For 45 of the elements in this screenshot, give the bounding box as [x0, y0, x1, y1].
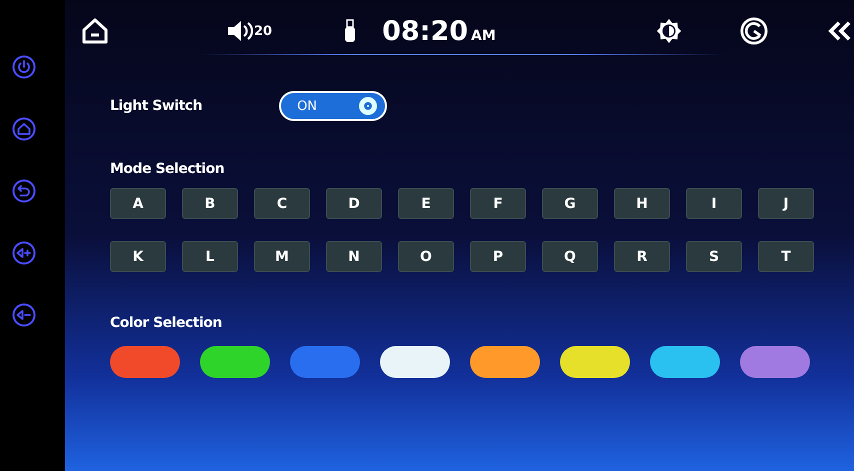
- mode-button[interactable]: D: [326, 188, 382, 219]
- color-swatch[interactable]: [290, 346, 360, 378]
- color-swatch[interactable]: [650, 346, 720, 378]
- mode-button[interactable]: T: [758, 241, 814, 272]
- mode-button[interactable]: P: [470, 241, 526, 272]
- mode-button[interactable]: I: [686, 188, 742, 219]
- color-swatch[interactable]: [110, 346, 180, 378]
- clock-meridiem: AM: [471, 28, 496, 44]
- color-swatch[interactable]: [470, 346, 540, 378]
- gauge-icon[interactable]: [740, 17, 768, 45]
- light-switch-label: Light Switch: [110, 98, 202, 114]
- mode-button[interactable]: Q: [542, 241, 598, 272]
- color-swatch[interactable]: [560, 346, 630, 378]
- mode-button[interactable]: G: [542, 188, 598, 219]
- volume-up-icon[interactable]: [12, 241, 36, 265]
- mode-button[interactable]: B: [182, 188, 238, 219]
- speaker-icon: [227, 20, 253, 42]
- home-icon[interactable]: [80, 16, 110, 46]
- light-switch-toggle[interactable]: ON: [279, 91, 388, 121]
- volume-level: 20: [254, 24, 272, 38]
- brightness-icon[interactable]: [655, 17, 683, 45]
- volume-down-icon[interactable]: [12, 303, 36, 327]
- mode-button[interactable]: H: [614, 188, 670, 219]
- color-swatch[interactable]: [740, 346, 810, 378]
- mode-button[interactable]: C: [254, 188, 310, 219]
- mode-button[interactable]: R: [614, 241, 670, 272]
- mode-button[interactable]: J: [758, 188, 814, 219]
- mode-button[interactable]: L: [182, 241, 238, 272]
- mode-button[interactable]: E: [398, 188, 454, 219]
- mode-button[interactable]: K: [110, 241, 166, 272]
- color-swatch[interactable]: [200, 346, 270, 378]
- back-icon[interactable]: [12, 179, 36, 203]
- mode-button[interactable]: O: [398, 241, 454, 272]
- mode-selection-title: Mode Selection: [110, 161, 226, 177]
- mode-button[interactable]: M: [254, 241, 310, 272]
- color-swatch[interactable]: [380, 346, 450, 378]
- mode-button[interactable]: F: [470, 188, 526, 219]
- color-selection-title: Color Selection: [110, 315, 223, 331]
- double-chevron-icon[interactable]: [828, 20, 852, 42]
- power-icon[interactable]: [12, 55, 36, 79]
- mode-button[interactable]: A: [110, 188, 166, 219]
- usb-drive-icon: [344, 19, 356, 43]
- clock-time: 08:20: [382, 16, 468, 46]
- mode-button[interactable]: N: [326, 241, 382, 272]
- mode-button[interactable]: S: [686, 241, 742, 272]
